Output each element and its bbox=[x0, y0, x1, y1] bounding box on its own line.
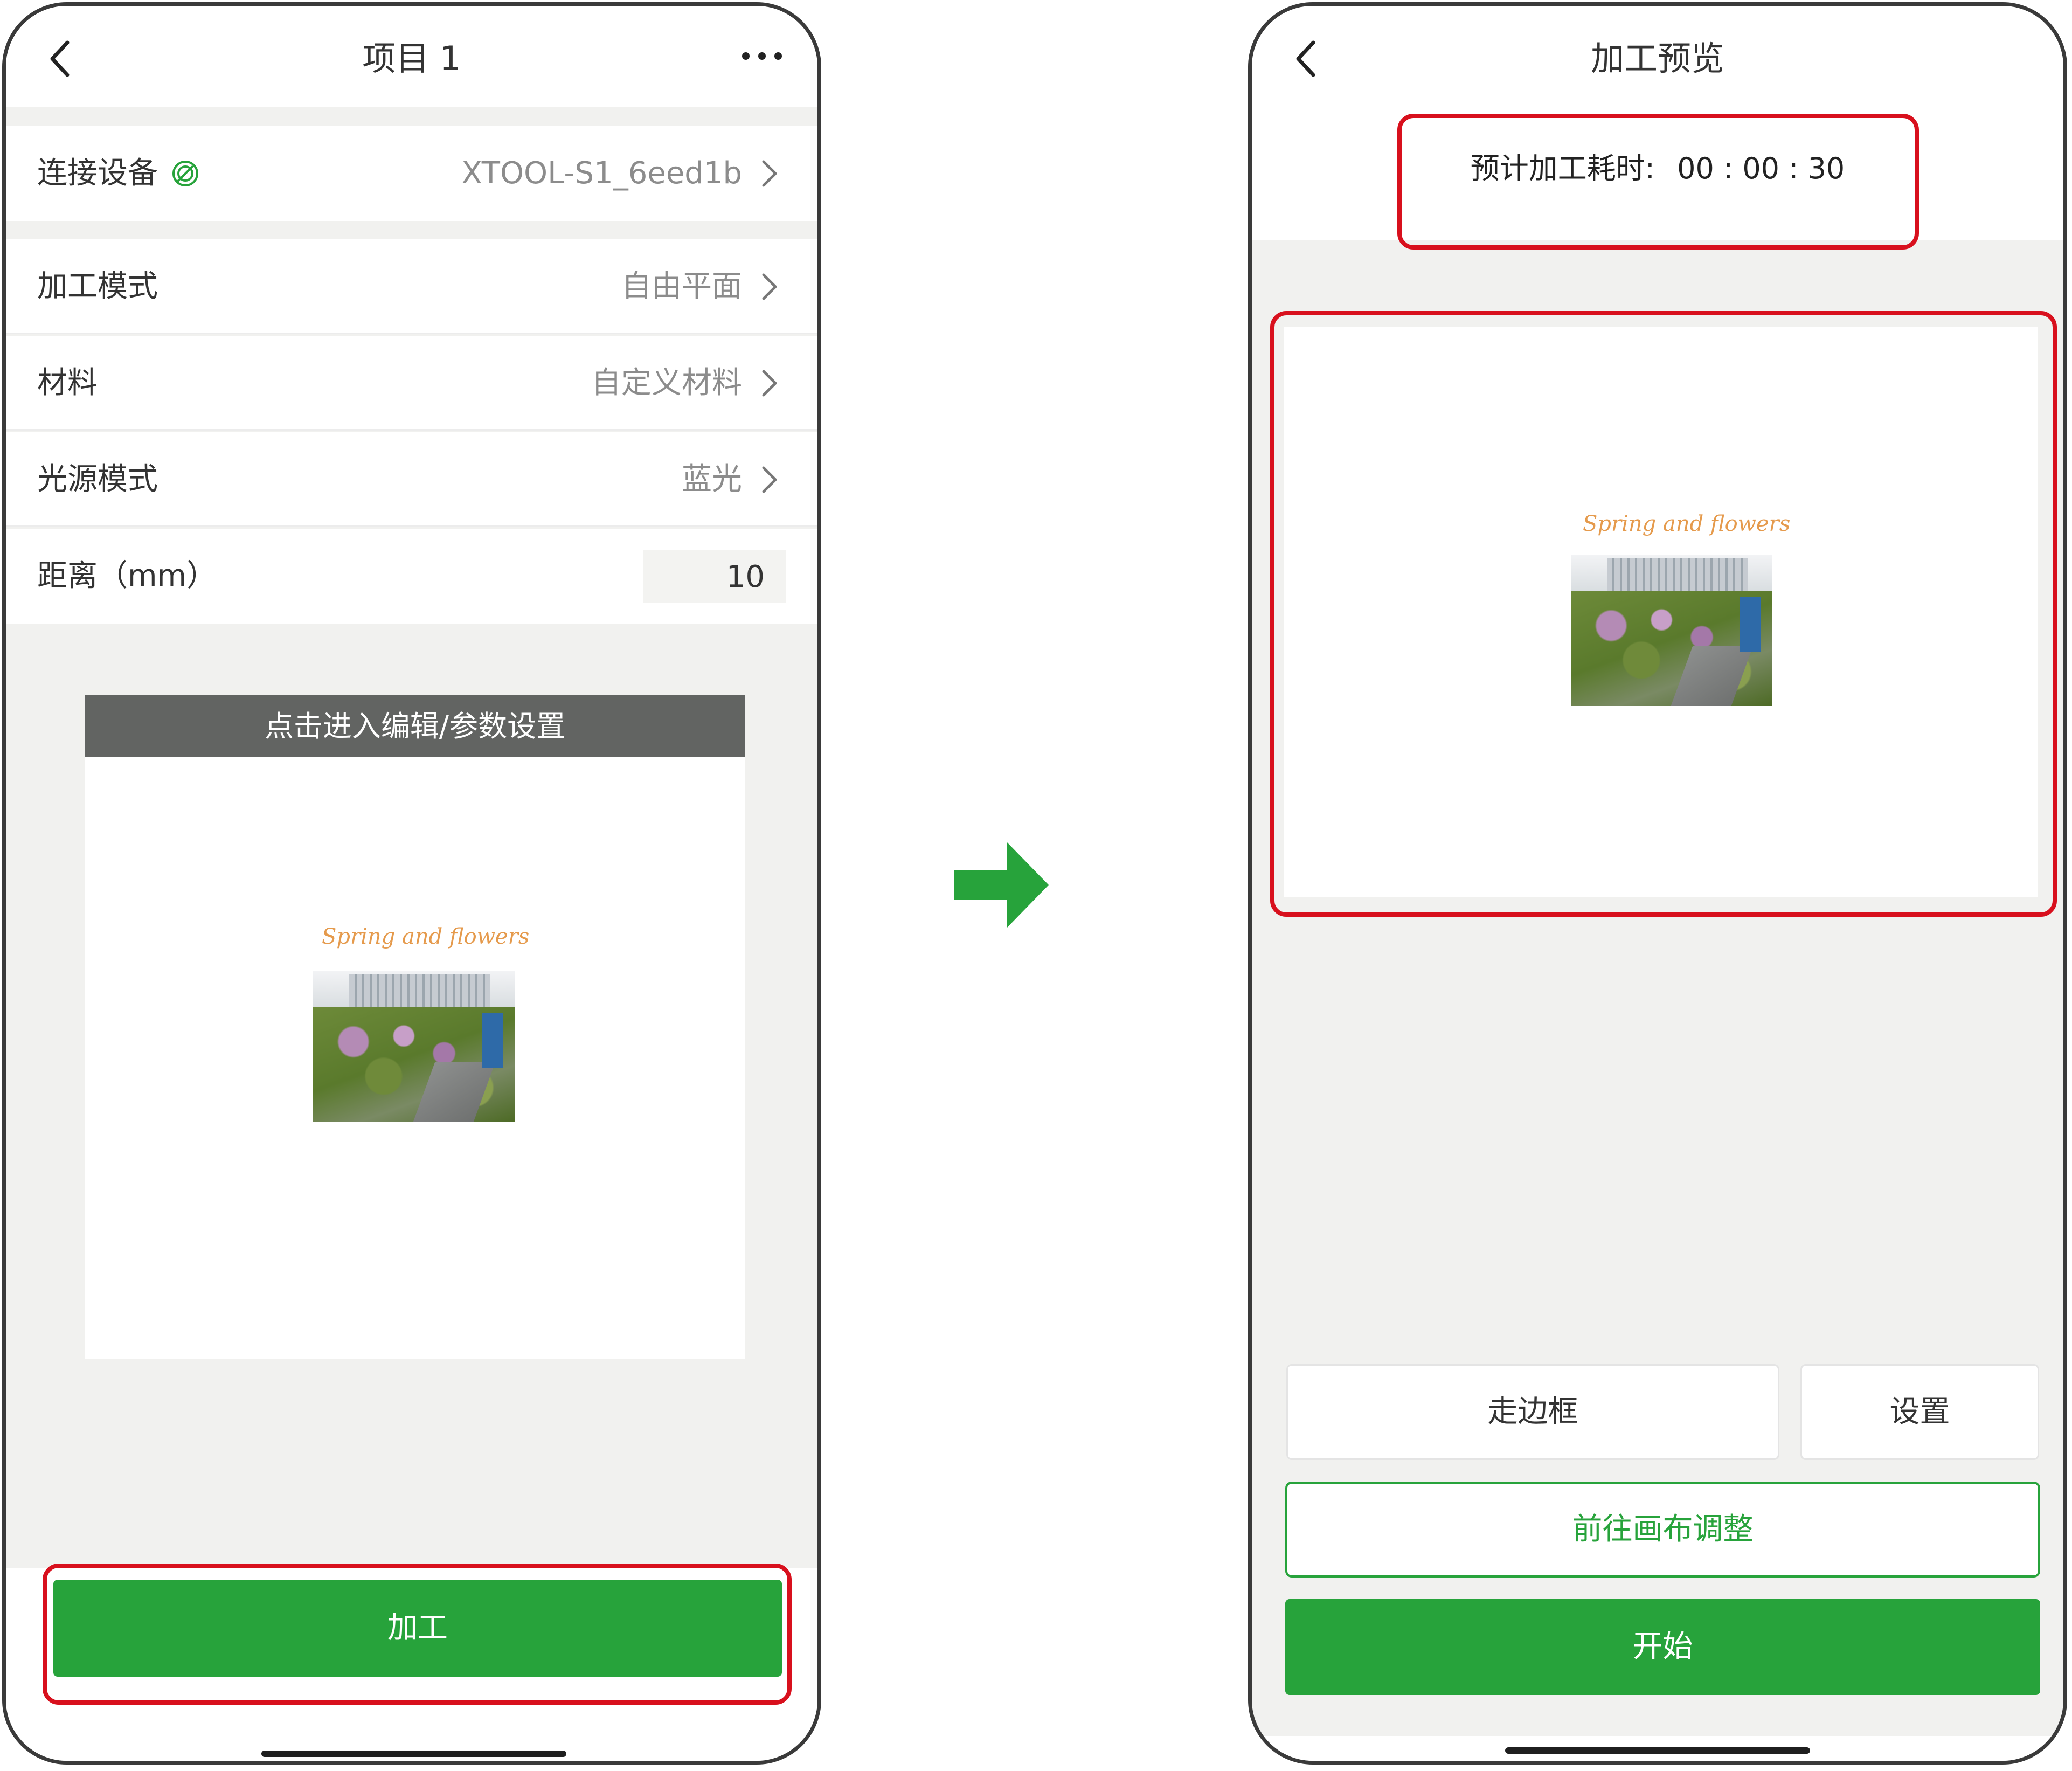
setting-row-light-source[interactable]: 光源模式 蓝光 bbox=[6, 432, 817, 527]
page-title: 项目 1 bbox=[362, 39, 461, 78]
image-caption: Spring and flowers bbox=[322, 924, 530, 949]
phone-screen-project: 项目 1 连接设备 XTOOL-S1_6eed1b 加工模式 自由平面 材料 自… bbox=[2, 2, 821, 1765]
canvas-card[interactable]: 点击进入编辑/参数设置 Spring and flowers bbox=[85, 695, 745, 1359]
setting-value: 自定义材料 bbox=[591, 365, 742, 400]
setting-label: 加工模式 bbox=[37, 269, 158, 304]
connected-icon bbox=[172, 161, 198, 186]
more-horizontal-icon[interactable] bbox=[738, 37, 786, 75]
edit-banner[interactable]: 点击进入编辑/参数设置 bbox=[85, 695, 745, 757]
chevron-right-icon bbox=[762, 466, 777, 493]
canvas-adjust-button[interactable]: 前往画布调整 bbox=[1285, 1482, 2040, 1578]
setting-value: 蓝光 bbox=[682, 462, 742, 497]
setting-row-material[interactable]: 材料 自定义材料 bbox=[6, 336, 817, 431]
design-image bbox=[313, 971, 515, 1122]
app-header: 加工预览 bbox=[1252, 6, 2063, 107]
home-indicator bbox=[261, 1751, 566, 1757]
highlight-frame bbox=[1397, 114, 1919, 250]
device-label: 连接设备 bbox=[37, 156, 158, 191]
distance-label: 距离（mm） bbox=[37, 558, 217, 593]
chevron-right-icon bbox=[762, 370, 777, 397]
highlight-frame bbox=[43, 1564, 792, 1705]
distance-input[interactable]: 10 bbox=[643, 550, 786, 603]
device-name: XTOOL-S1_6eed1b bbox=[461, 156, 742, 191]
device-row[interactable]: 连接设备 XTOOL-S1_6eed1b bbox=[6, 126, 817, 221]
highlight-frame bbox=[1270, 311, 2057, 917]
setting-row-mode[interactable]: 加工模式 自由平面 bbox=[6, 239, 817, 334]
chevron-right-icon bbox=[762, 160, 777, 187]
app-header: 项目 1 bbox=[6, 6, 817, 107]
start-button[interactable]: 开始 bbox=[1285, 1599, 2040, 1695]
chevron-right-icon bbox=[762, 273, 777, 300]
setting-label: 材料 bbox=[37, 365, 98, 400]
home-indicator bbox=[1505, 1747, 1810, 1754]
frame-button[interactable]: 走边框 bbox=[1286, 1364, 1779, 1460]
setting-value: 自由平面 bbox=[621, 269, 742, 304]
setting-row-distance: 距离（mm） 10 bbox=[6, 529, 817, 624]
right-arrow-icon bbox=[954, 842, 1049, 928]
distance-value: 10 bbox=[726, 559, 765, 594]
setting-label: 光源模式 bbox=[37, 462, 158, 497]
page-title: 加工预览 bbox=[1590, 39, 1724, 78]
settings-button[interactable]: 设置 bbox=[1800, 1364, 2039, 1460]
phone-screen-preview: 加工预览 预计加工耗时: 00 : 00 : 30 Spring and flo… bbox=[1248, 2, 2067, 1765]
